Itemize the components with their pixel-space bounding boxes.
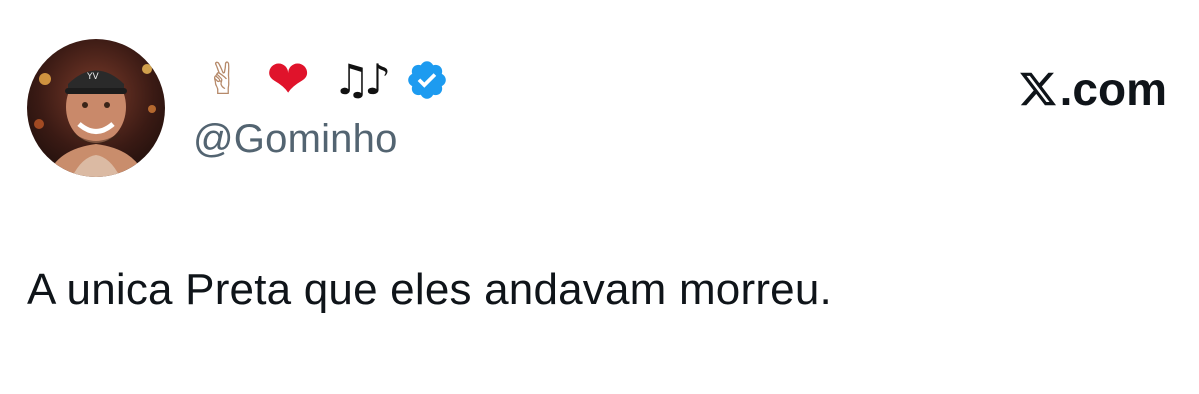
brand-domain-text: .com xyxy=(1059,63,1167,115)
red-heart-emoji: ❤ xyxy=(266,50,310,110)
brand-watermark: .com xyxy=(1018,62,1167,116)
verified-badge-icon xyxy=(408,61,446,99)
musical-notes-emoji: ♫♪ xyxy=(332,55,391,104)
avatar-image: YV xyxy=(27,39,165,177)
avatar[interactable]: YV xyxy=(27,39,165,177)
user-handle[interactable]: @Gominho xyxy=(193,117,398,162)
victory-hand-emoji: ✌ xyxy=(204,54,242,105)
tweet-card: YV ✌ ❤ ♫♪ @Gominho .com A unica Preta qu… xyxy=(0,0,1199,394)
tweet-text: A unica Preta que eles andavam morreu. xyxy=(27,265,832,314)
svg-text:YV: YV xyxy=(86,72,99,82)
x-logo-icon xyxy=(1019,72,1056,106)
display-name[interactable]: ✌ ❤ ♫♪ xyxy=(197,50,449,110)
